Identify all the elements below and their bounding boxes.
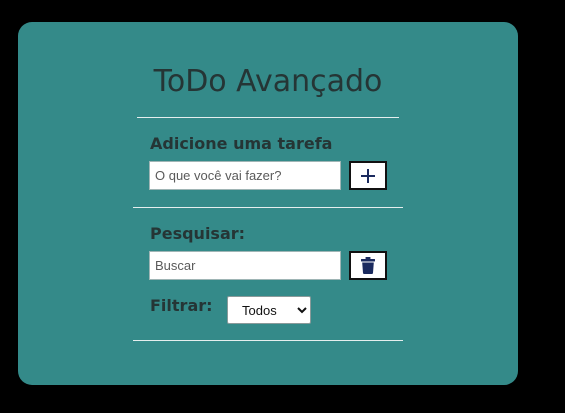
bottom-divider (133, 340, 403, 341)
search-label: Pesquisar: (150, 224, 246, 243)
todo-card: ToDo Avançado Adicione uma tarefa Pesqui… (18, 22, 518, 385)
section-divider (133, 207, 403, 208)
filter-select[interactable]: Todos (227, 296, 311, 324)
add-task-button[interactable] (349, 161, 387, 190)
plus-icon (360, 168, 376, 184)
search-input[interactable] (149, 251, 341, 280)
add-task-label: Adicione uma tarefa (150, 134, 333, 153)
filter-label: Filtrar: (150, 296, 213, 315)
title-divider (137, 117, 399, 118)
app-title: ToDo Avançado (153, 64, 383, 99)
clear-search-button[interactable] (349, 251, 387, 280)
add-task-input[interactable] (149, 161, 341, 190)
trash-icon (361, 257, 375, 274)
